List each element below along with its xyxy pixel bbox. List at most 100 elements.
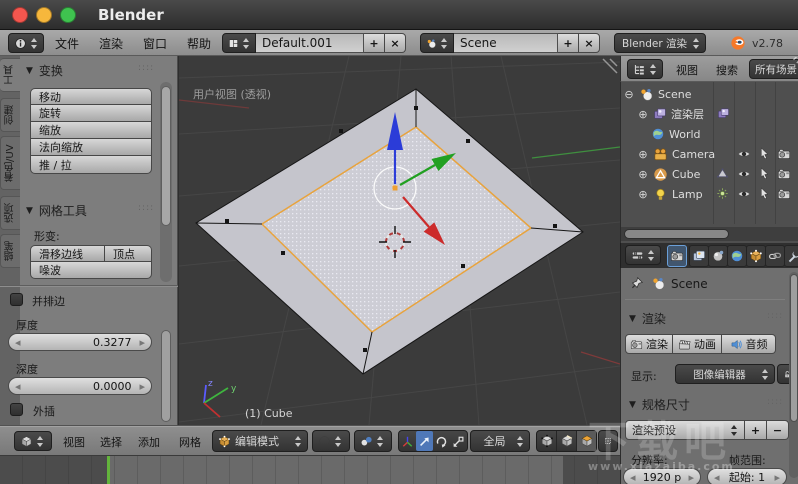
outset-checkbox[interactable]: [10, 403, 23, 416]
outliner-row-lamp[interactable]: ⊕ Lamp: [637, 184, 703, 204]
render-display-dropdown[interactable]: 图像编辑器: [675, 364, 775, 384]
render-layer-toggle-icon[interactable]: [717, 107, 730, 120]
transform-panel-header[interactable]: ▼ 变换: [26, 62, 63, 79]
tab-world[interactable]: [727, 245, 747, 267]
add-layout-button[interactable]: +: [364, 33, 385, 53]
occlude-geometry-button[interactable]: [598, 430, 618, 452]
depth-slider[interactable]: ◂ 0.0000 ▸: [8, 377, 152, 395]
frame-start-slider[interactable]: ◂ 起始: 1 ▸: [707, 468, 787, 484]
selectability-pointer-icon[interactable]: [758, 147, 771, 160]
expander-icon[interactable]: ⊕: [637, 108, 649, 121]
tab-scene[interactable]: [708, 245, 728, 267]
remove-preset-button[interactable]: −: [767, 420, 789, 440]
editor-type-dropdown[interactable]: [14, 431, 52, 451]
shelf-tab-options[interactable]: 选项: [0, 196, 20, 230]
render-restrict-camera-icon[interactable]: [777, 147, 791, 161]
shelf-tab-shading-uv[interactable]: 着色/UV: [0, 136, 20, 190]
vertex-slide-button[interactable]: 顶点: [105, 245, 152, 262]
manipulator-scale-button[interactable]: [450, 431, 467, 451]
delete-layout-button[interactable]: ×: [385, 33, 406, 53]
menu-mesh[interactable]: 网格: [176, 434, 204, 450]
item-label[interactable]: Scene: [658, 88, 692, 101]
translate-button[interactable]: 移动: [30, 88, 152, 105]
outliner-hscrollbar-thumb[interactable]: [624, 229, 729, 239]
tab-render[interactable]: [667, 245, 687, 267]
menu-render[interactable]: 渲染: [96, 35, 126, 52]
panel-grip-icon[interactable]: ::::: [767, 311, 783, 321]
slider-right-arrow-icon[interactable]: ▸: [139, 380, 145, 393]
visibility-eye-icon[interactable]: [737, 167, 751, 181]
item-label[interactable]: Lamp: [672, 188, 703, 201]
outliner-display-filter-dropdown[interactable]: 所有场景: [749, 59, 798, 79]
properties-scrollbar-thumb[interactable]: [790, 274, 798, 422]
tab-constraints[interactable]: [765, 245, 785, 267]
info-editor-dropdown[interactable]: [8, 33, 44, 53]
menu-help[interactable]: 帮助: [184, 35, 214, 52]
shelf-tab-grease-pencil[interactable]: 蜡笔: [0, 234, 20, 268]
outliner-row-cube[interactable]: ⊕ Cube: [637, 164, 700, 184]
render-audio-button[interactable]: 音频: [722, 334, 776, 354]
visibility-eye-icon[interactable]: [737, 187, 751, 201]
expander-icon[interactable]: ⊕: [637, 148, 649, 161]
properties-editor-dropdown[interactable]: [625, 245, 661, 265]
merge-checkbox[interactable]: [10, 293, 23, 306]
slider-right-arrow-icon[interactable]: ▸: [688, 471, 694, 484]
selectability-pointer-icon[interactable]: [758, 187, 771, 200]
delete-scene-button[interactable]: ×: [579, 33, 600, 53]
rotate-button[interactable]: 旋转: [30, 105, 152, 122]
viewport-shading-dropdown[interactable]: [312, 430, 350, 452]
mesh-tools-panel-header[interactable]: ▼ 网格工具: [26, 202, 87, 219]
tab-modifiers[interactable]: [784, 245, 798, 267]
item-label[interactable]: 渲染层: [671, 106, 704, 122]
vertex-select-button[interactable]: [537, 431, 556, 451]
render-still-button[interactable]: 渲染: [625, 334, 673, 354]
interaction-mode-dropdown[interactable]: 编辑模式: [212, 430, 308, 452]
render-presets-dropdown[interactable]: 渲染预设: [625, 420, 745, 440]
operator-scrollbar-thumb[interactable]: [161, 330, 171, 422]
scale-button[interactable]: 缩放: [30, 122, 152, 139]
manipulator-axis-button[interactable]: [399, 431, 416, 451]
scene-icon-button[interactable]: [420, 33, 454, 53]
manipulator-rotate-button[interactable]: [433, 431, 450, 451]
menu-view[interactable]: 视图: [60, 434, 88, 450]
edge-slide-button[interactable]: 滑移边线: [30, 245, 105, 262]
viewport-3d[interactable]: z y 用户视图 (透视) (1) Cube: [178, 55, 621, 426]
expander-icon[interactable]: ⊕: [637, 168, 649, 181]
render-engine-dropdown[interactable]: Blender 渲染: [614, 33, 706, 53]
timeline[interactable]: [0, 455, 620, 484]
window-maximize-button[interactable]: [60, 6, 76, 23]
dimensions-panel-header[interactable]: ▼ 规格尺寸: [629, 396, 690, 413]
expander-icon[interactable]: ⊖: [623, 88, 635, 101]
noise-button[interactable]: 噪波: [30, 262, 152, 279]
menu-file[interactable]: 文件: [52, 35, 82, 52]
menu-window[interactable]: 窗口: [140, 35, 170, 52]
slider-right-arrow-icon[interactable]: ▸: [139, 336, 145, 349]
window-close-button[interactable]: [12, 6, 28, 23]
render-restrict-camera-icon[interactable]: [777, 167, 791, 181]
expander-icon[interactable]: ⊕: [637, 188, 649, 201]
outliner-menu-search[interactable]: 搜索: [713, 62, 741, 78]
render-restrict-camera-icon[interactable]: [777, 187, 791, 201]
edge-select-button[interactable]: [556, 431, 576, 451]
visibility-eye-icon[interactable]: [737, 147, 751, 161]
tab-render-layers[interactable]: [689, 245, 709, 267]
region-resize-grip[interactable]: [602, 58, 618, 74]
pin-icon[interactable]: [629, 276, 644, 291]
render-panel-header[interactable]: ▼ 渲染: [629, 310, 666, 327]
window-minimize-button[interactable]: [36, 6, 52, 23]
item-label[interactable]: Cube: [672, 168, 700, 181]
shelf-tab-tools[interactable]: 工具: [0, 58, 20, 92]
add-preset-button[interactable]: +: [745, 420, 767, 440]
resolution-x-slider[interactable]: ◂ 1920 p ▸: [623, 468, 701, 484]
manipulator-translate-button[interactable]: [416, 431, 433, 451]
render-animation-button[interactable]: 动画: [673, 334, 722, 354]
outliner-menu-view[interactable]: 视图: [673, 62, 701, 78]
selectability-pointer-icon[interactable]: [758, 167, 771, 180]
item-label[interactable]: Camera: [672, 148, 715, 161]
menu-select[interactable]: 选择: [97, 434, 125, 450]
panel-grip-icon[interactable]: ::::: [138, 63, 154, 73]
viewport-canvas[interactable]: z y 用户视图 (透视) (1) Cube: [178, 55, 621, 426]
outliner-row-world[interactable]: World: [651, 124, 701, 144]
panel-grip-icon[interactable]: ::::: [767, 397, 783, 407]
add-scene-button[interactable]: +: [558, 33, 579, 53]
